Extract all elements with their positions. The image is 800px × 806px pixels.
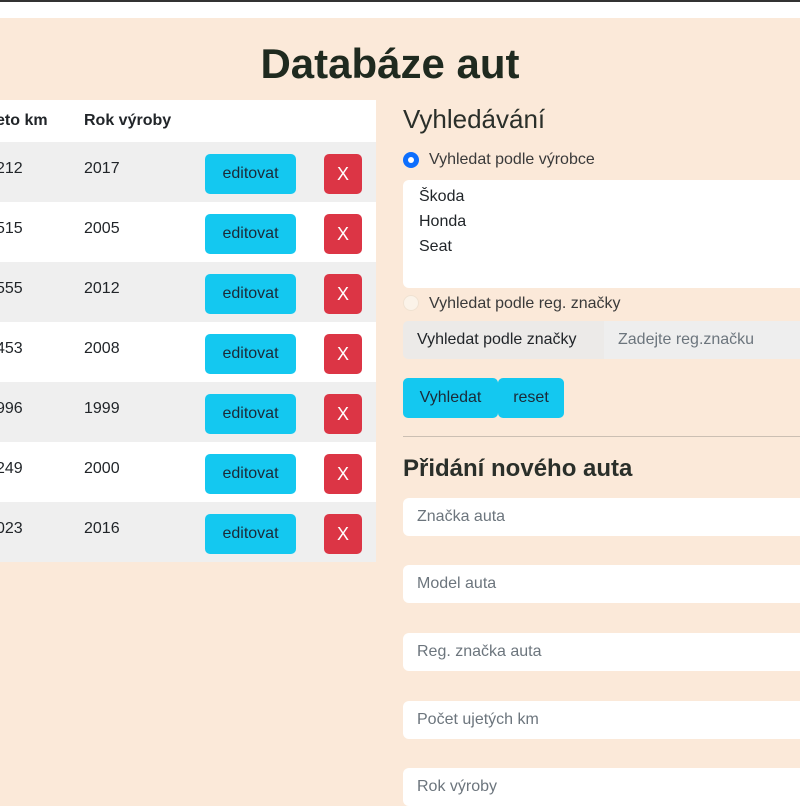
table-row: 212 2017 editovat X <box>0 142 376 202</box>
cell-year: 2005 <box>84 220 120 237</box>
delete-button[interactable]: X <box>324 274 362 314</box>
table-row: 555 2012 editovat X <box>0 262 376 322</box>
header-km: eto km <box>0 112 48 129</box>
cell-year: 2008 <box>84 340 120 357</box>
brand-input[interactable] <box>403 498 800 536</box>
plate-input-addon: Vyhledat podle značky <box>403 321 604 359</box>
page-title: Databáze aut <box>260 40 520 87</box>
cell-km: 212 <box>0 160 23 177</box>
delete-button[interactable]: X <box>324 394 362 434</box>
table-row: 996 1999 editovat X <box>0 382 376 442</box>
table-row: 453 2008 editovat X <box>0 322 376 382</box>
cell-year: 2017 <box>84 160 120 177</box>
section-divider <box>403 436 800 437</box>
cell-km: 996 <box>0 400 23 417</box>
model-input[interactable] <box>403 565 800 603</box>
cell-year: 2012 <box>84 280 120 297</box>
edit-button[interactable]: editovat <box>205 274 296 314</box>
table-row: 023 2016 editovat X <box>0 502 376 562</box>
maker-listbox[interactable]: Škoda Honda Seat <box>403 180 800 288</box>
delete-button[interactable]: X <box>324 214 362 254</box>
edit-button[interactable]: editovat <box>205 154 296 194</box>
search-by-maker-label[interactable]: Vyhledat podle výrobce <box>429 151 595 169</box>
search-by-plate-radio[interactable] <box>403 295 419 311</box>
delete-button[interactable]: X <box>324 514 362 554</box>
cell-km: 453 <box>0 340 23 357</box>
add-car-heading: Přidání nového auta <box>403 455 633 482</box>
plate-input[interactable] <box>403 633 800 671</box>
delete-button[interactable]: X <box>324 334 362 374</box>
cars-table: eto km Rok výroby 212 2017 editovat X 51… <box>0 100 376 562</box>
km-input[interactable] <box>403 701 800 739</box>
browser-top-bar <box>0 0 800 18</box>
edit-button[interactable]: editovat <box>205 214 296 254</box>
cell-year: 2000 <box>84 460 120 477</box>
year-input[interactable] <box>403 768 800 806</box>
header-year: Rok výroby <box>84 112 172 129</box>
cell-km: 555 <box>0 280 23 297</box>
search-by-plate-label[interactable]: Vyhledat podle reg. značky <box>429 295 621 313</box>
edit-button[interactable]: editovat <box>205 454 296 494</box>
edit-button[interactable]: editovat <box>205 334 296 374</box>
cell-km: 515 <box>0 220 23 237</box>
edit-button[interactable]: editovat <box>205 394 296 434</box>
cell-km: 023 <box>0 520 23 537</box>
cell-year: 2016 <box>84 520 120 537</box>
maker-option[interactable]: Honda <box>419 209 800 234</box>
table-row: 249 2000 editovat X <box>0 442 376 502</box>
search-by-maker-radio[interactable] <box>403 152 419 168</box>
cell-km: 249 <box>0 460 23 477</box>
plate-search-input[interactable] <box>604 321 800 359</box>
table-row: 515 2005 editovat X <box>0 202 376 262</box>
cell-year: 1999 <box>84 400 120 417</box>
delete-button[interactable]: X <box>324 154 362 194</box>
maker-option[interactable]: Škoda <box>419 184 800 209</box>
table-header: eto km Rok výroby <box>0 100 376 142</box>
reset-button[interactable]: reset <box>498 378 564 418</box>
edit-button[interactable]: editovat <box>205 514 296 554</box>
search-button[interactable]: Vyhledat <box>403 378 498 418</box>
maker-option[interactable]: Seat <box>419 234 800 259</box>
delete-button[interactable]: X <box>324 454 362 494</box>
search-heading: Vyhledávání <box>403 104 546 134</box>
